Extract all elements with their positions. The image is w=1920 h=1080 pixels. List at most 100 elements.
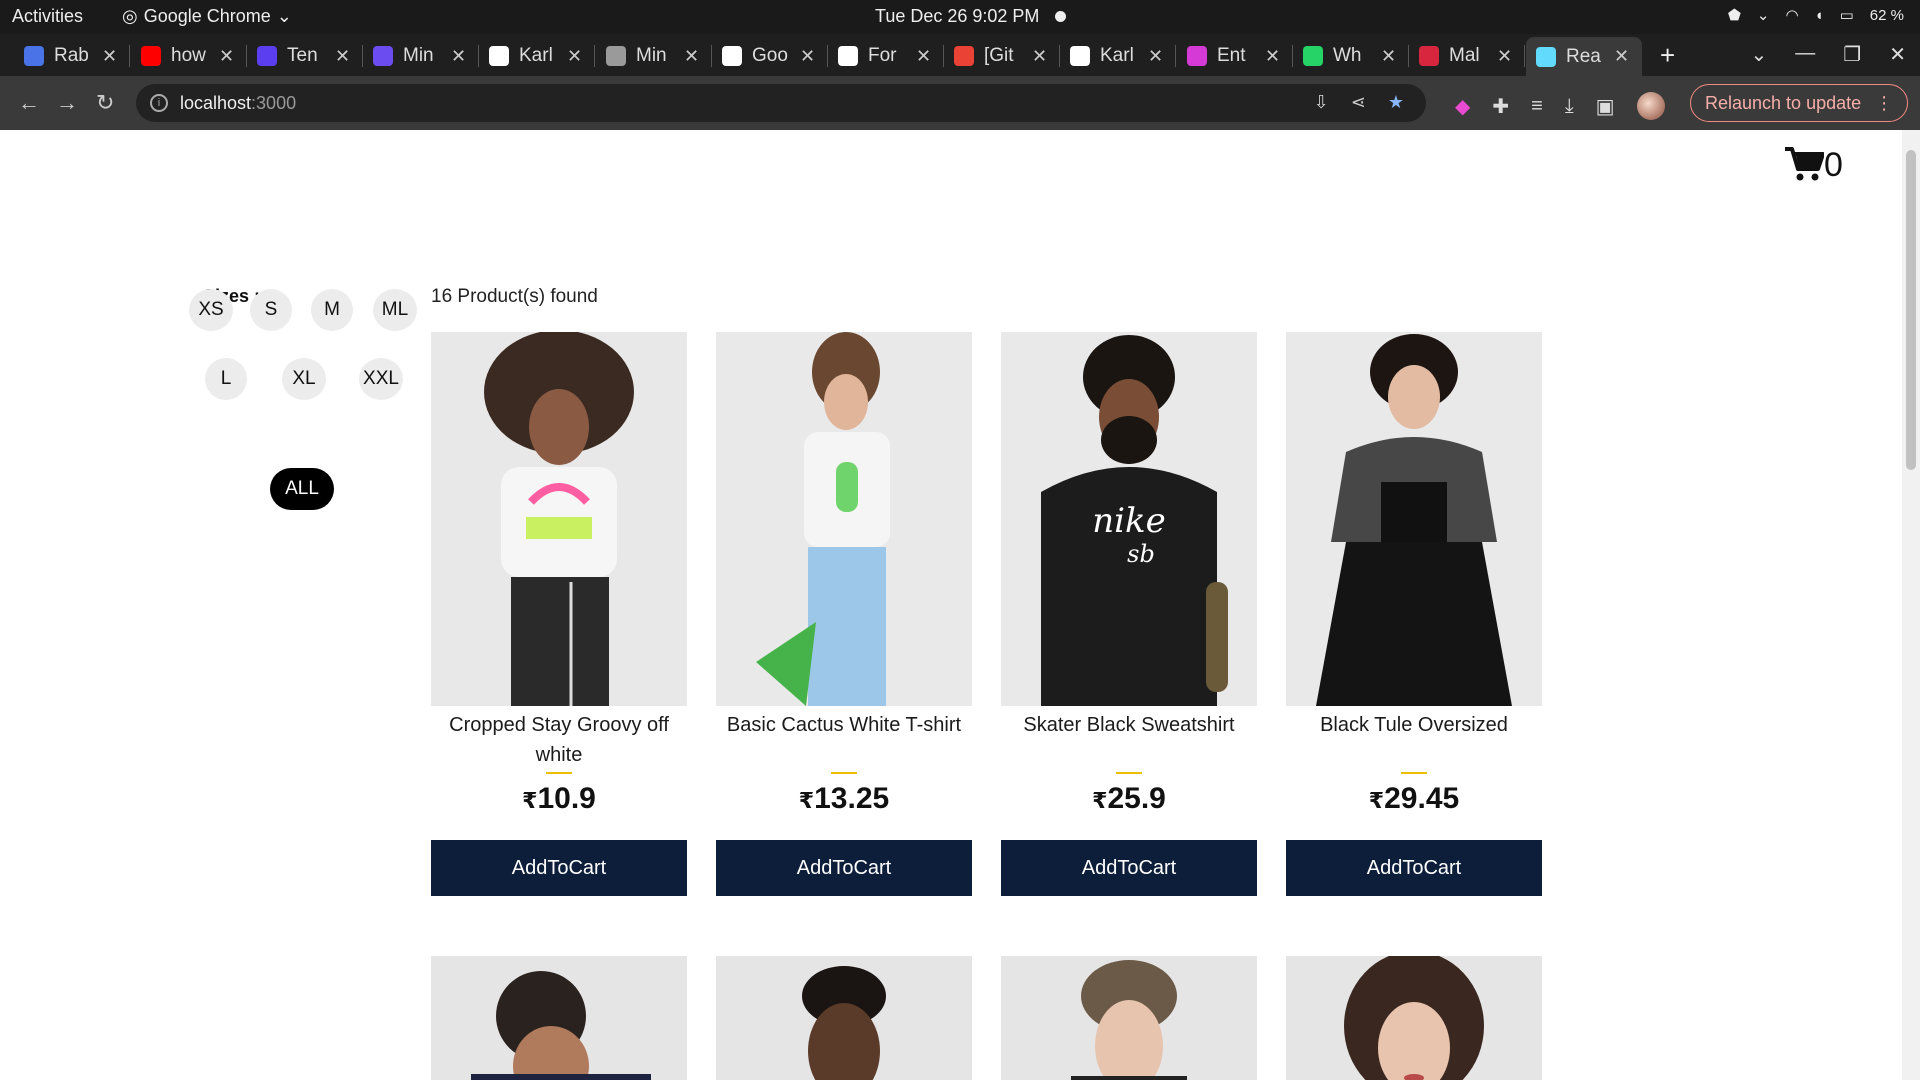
- tab-close-icon[interactable]: ✕: [1614, 46, 1629, 67]
- add-to-cart-button[interactable]: AddToCart: [1286, 840, 1542, 896]
- bookmark-star-icon[interactable]: ★: [1388, 92, 1404, 113]
- size-filter-xs[interactable]: XS: [189, 289, 233, 331]
- kebab-menu-icon[interactable]: ⋮: [1875, 93, 1893, 114]
- install-app-icon[interactable]: ⇩: [1314, 92, 1329, 113]
- product-image[interactable]: [431, 956, 687, 1080]
- product-image[interactable]: [1286, 956, 1542, 1080]
- address-bar[interactable]: i localhost :3000 ⇩ ⋖ ★: [136, 84, 1426, 122]
- web-page: 0 Sizes : XS S M ML L XL XXL ALL 16 Product(s)…: [0, 130, 1902, 1080]
- size-filter-s[interactable]: S: [250, 289, 292, 331]
- new-tab-button[interactable]: +: [1660, 40, 1675, 71]
- size-filter-m[interactable]: M: [311, 289, 353, 331]
- forward-icon[interactable]: →: [56, 90, 78, 116]
- browser-tab[interactable]: Karl ✕: [1060, 39, 1176, 73]
- size-filter-xl[interactable]: XL: [282, 358, 326, 400]
- browser-tab[interactable]: Rab ✕: [14, 39, 130, 73]
- close-window-icon[interactable]: ✕: [1889, 42, 1906, 67]
- tab-title: how: [171, 45, 206, 66]
- app-menu[interactable]: ◎ Google Chrome ⌄: [122, 6, 292, 27]
- tab-favicon-icon: [141, 46, 161, 66]
- profile-avatar[interactable]: [1636, 92, 1665, 120]
- tab-separator: [1524, 45, 1525, 67]
- tab-close-icon[interactable]: ✕: [1265, 46, 1280, 67]
- browser-tab[interactable]: [Git ✕: [944, 39, 1060, 73]
- share-icon[interactable]: ⋖: [1351, 92, 1366, 113]
- tab-favicon-icon: [838, 46, 858, 66]
- browser-tab[interactable]: For ✕: [828, 39, 944, 73]
- tab-close-icon[interactable]: ✕: [800, 46, 815, 67]
- tab-close-icon[interactable]: ✕: [335, 46, 350, 67]
- shopping-cart-icon: [1785, 147, 1824, 181]
- browser-tab[interactable]: how ✕: [131, 39, 247, 73]
- relaunch-label: Relaunch to update: [1705, 92, 1862, 113]
- cart-button[interactable]: 0: [1784, 146, 1843, 182]
- restore-icon[interactable]: ❐: [1843, 42, 1861, 67]
- tab-favicon-icon: [722, 46, 742, 66]
- tab-close-icon[interactable]: ✕: [1148, 46, 1163, 67]
- reading-list-icon[interactable]: ≡: [1531, 95, 1543, 118]
- system-top-bar: Activities ◎ Google Chrome ⌄ Tue Dec 26 …: [0, 0, 1920, 34]
- tab-close-icon[interactable]: ✕: [102, 46, 117, 67]
- browser-tab[interactable]: Rea ✕: [1526, 37, 1642, 76]
- product-image[interactable]: [1001, 956, 1257, 1080]
- browser-tab[interactable]: Wh ✕: [1293, 39, 1409, 73]
- clock[interactable]: Tue Dec 26 9:02 PM: [875, 6, 1067, 27]
- product-image[interactable]: nike sb: [1001, 332, 1257, 706]
- tab-separator: [129, 45, 130, 67]
- tab-close-icon[interactable]: ✕: [219, 46, 234, 67]
- minimize-icon[interactable]: —: [1795, 42, 1815, 67]
- browser-tab[interactable]: Min ✕: [363, 39, 479, 73]
- size-filter-all[interactable]: ALL: [270, 468, 334, 510]
- color-picker-extension-icon[interactable]: ◆: [1455, 94, 1470, 119]
- browser-tab[interactable]: Goo ✕: [712, 39, 828, 73]
- browser-tab[interactable]: Ent ✕: [1177, 39, 1293, 73]
- site-info-icon[interactable]: i: [150, 94, 168, 112]
- tab-close-icon[interactable]: ✕: [451, 46, 466, 67]
- currency-symbol: ₹: [1368, 788, 1385, 813]
- add-to-cart-button[interactable]: AddToCart: [431, 840, 687, 896]
- browser-tab[interactable]: Mal ✕: [1409, 39, 1525, 73]
- tab-favicon-icon: [489, 46, 509, 66]
- browser-tab[interactable]: Karl ✕: [479, 39, 595, 73]
- tab-title: Rea: [1566, 45, 1601, 67]
- tab-search-icon[interactable]: ⌄: [1751, 42, 1768, 67]
- size-filter-l[interactable]: L: [205, 358, 247, 400]
- tab-close-icon[interactable]: ✕: [684, 46, 699, 67]
- tab-close-icon[interactable]: ✕: [567, 46, 582, 67]
- extensions-puzzle-icon[interactable]: ✚: [1492, 94, 1509, 119]
- tab-favicon-icon: [1303, 46, 1323, 66]
- system-tray[interactable]: ⬟ ⌄ ◠ ◖ ▭ 62 %: [1728, 6, 1904, 25]
- relaunch-button[interactable]: Relaunch to update ⋮: [1690, 84, 1909, 122]
- add-to-cart-button[interactable]: AddToCart: [716, 840, 972, 896]
- tab-title: Karl: [1100, 45, 1134, 66]
- activities-button[interactable]: Activities: [12, 6, 83, 27]
- scrollbar-thumb[interactable]: [1906, 150, 1916, 470]
- page-scrollbar[interactable]: [1902, 130, 1920, 1080]
- product-image[interactable]: [431, 332, 687, 706]
- currency-symbol: ₹: [522, 788, 538, 813]
- tab-title: For: [868, 45, 897, 66]
- product-image[interactable]: [1286, 332, 1542, 706]
- browser-tab[interactable]: Ten ✕: [247, 39, 363, 73]
- svg-text:sb: sb: [1127, 540, 1155, 568]
- tab-close-icon[interactable]: ✕: [1032, 46, 1047, 67]
- size-filter-ml[interactable]: ML: [373, 289, 417, 331]
- side-panel-icon[interactable]: ▣: [1596, 94, 1615, 119]
- tab-close-icon[interactable]: ✕: [916, 46, 931, 67]
- tab-favicon-icon: [954, 46, 974, 66]
- product-name: Skater Black Sweatshirt: [1023, 714, 1235, 736]
- add-to-cart-button[interactable]: AddToCart: [1001, 840, 1257, 896]
- tab-favicon-icon: [24, 46, 44, 66]
- chevron-down-icon: ⌄: [1756, 7, 1770, 24]
- tab-close-icon[interactable]: ✕: [1381, 46, 1396, 67]
- product-image[interactable]: [716, 956, 972, 1080]
- size-filter-xxl[interactable]: XXL: [359, 358, 403, 400]
- back-icon[interactable]: ←: [18, 90, 40, 116]
- volume-icon: ◖: [1814, 6, 1824, 24]
- tab-close-icon[interactable]: ✕: [1497, 46, 1512, 67]
- chevron-down-icon: ⌄: [276, 6, 292, 26]
- browser-tab[interactable]: Min ✕: [596, 39, 712, 73]
- reload-icon[interactable]: ↻: [96, 90, 114, 116]
- product-image[interactable]: [716, 332, 972, 706]
- downloads-icon[interactable]: ⤓: [1565, 95, 1574, 118]
